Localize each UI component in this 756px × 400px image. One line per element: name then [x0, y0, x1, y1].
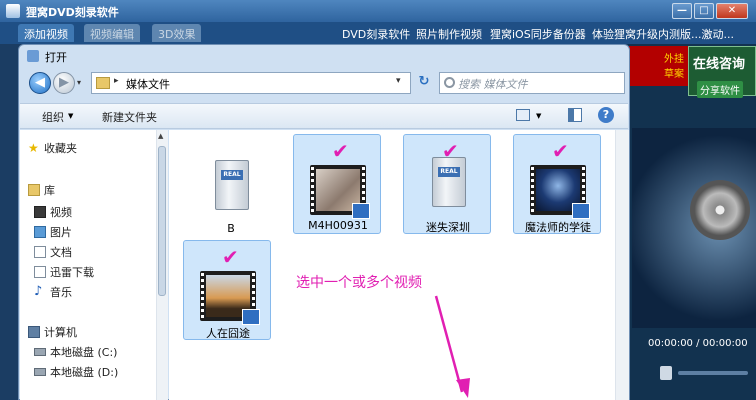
- dialog-title: 打开: [45, 51, 67, 64]
- view-dropdown-icon[interactable]: ▼: [536, 112, 541, 120]
- tab-add-video[interactable]: 添加视频: [18, 24, 74, 42]
- file-name: B: [227, 222, 235, 235]
- share-button[interactable]: 分享软件: [697, 81, 743, 98]
- address-bar[interactable]: ▸ 媒体文件 ▾: [91, 72, 411, 94]
- video-thumbnail: [200, 271, 260, 325]
- breadcrumb-media-files[interactable]: 媒体文件: [126, 76, 170, 92]
- sidebar-item-favorites[interactable]: 收藏夹: [44, 140, 77, 156]
- file-item-lost-in-shenzhen[interactable]: ✔ REAL 迷失深圳: [403, 134, 491, 234]
- new-folder-button[interactable]: 新建文件夹: [102, 109, 157, 125]
- consult-panel[interactable]: 在线咨询 分享软件: [688, 46, 756, 98]
- help-button[interactable]: ?: [598, 107, 614, 123]
- file-list: REAL B ✔ M4H00931 ✔ REAL 迷失深圳 ✔ 魔法师的学徒 ✔…: [169, 130, 629, 400]
- view-mode-icon[interactable]: [516, 109, 530, 121]
- address-dropdown[interactable]: ▾: [396, 76, 401, 86]
- sidebar-item-disk-d[interactable]: 本地磁盘 (D:): [50, 364, 118, 380]
- consult-title: 在线咨询: [693, 57, 746, 72]
- back-button[interactable]: ◀: [29, 72, 51, 94]
- dialog-toolbar: 组织 ▼ 新建文件夹 ▼ ?: [20, 103, 628, 129]
- sidebar-item-xunlei[interactable]: 迅雷下载: [50, 264, 94, 280]
- sidebar-item-computer[interactable]: 计算机: [44, 324, 77, 340]
- app-title: 狸窝DVD刻录软件: [26, 6, 119, 19]
- check-mark-icon: ✔: [552, 139, 569, 163]
- ad-banner[interactable]: 外挂 草案: [628, 46, 688, 86]
- video-thumbnail: [530, 165, 590, 219]
- annotation-text: 选中一个或多个视频: [296, 275, 422, 291]
- computer-icon: [28, 326, 40, 338]
- document-icon: [34, 246, 46, 258]
- organize-button[interactable]: 组织: [42, 109, 64, 125]
- link-beta[interactable]: 体验狸窝升级内测版...激动...: [592, 26, 734, 42]
- video-icon: [34, 206, 46, 218]
- search-icon: [444, 77, 455, 88]
- check-mark-icon: ✔: [222, 245, 239, 269]
- speaker-icon[interactable]: [660, 366, 672, 380]
- sidebar-item-music[interactable]: 音乐: [50, 284, 72, 300]
- time-display: 00:00:00 / 00:00:00: [648, 338, 748, 349]
- real-file-icon: REAL: [215, 160, 249, 210]
- nav-scroll-thumb[interactable]: [158, 146, 166, 296]
- organize-dropdown-icon[interactable]: ▼: [68, 112, 73, 120]
- app-logo-icon: [6, 4, 20, 18]
- folder-icon: [96, 77, 110, 89]
- video-thumbnail: [310, 165, 370, 219]
- file-item-m4h00931[interactable]: ✔ M4H00931: [293, 134, 381, 234]
- download-icon: [34, 266, 46, 278]
- link-dvd-burner[interactable]: DVD刻录软件: [342, 26, 410, 42]
- open-dialog: 打开 ◀ ▶ ▾ ▸ 媒体文件 ▾ ↻ 搜索 媒体文件 组织 ▼ 新建文件夹 ▼…: [18, 44, 630, 400]
- volume-control[interactable]: [660, 366, 756, 380]
- recent-pages-dropdown[interactable]: ▾: [77, 78, 81, 87]
- tab-video-edit[interactable]: 视频编辑: [84, 24, 140, 42]
- sidebar-item-disk-c[interactable]: 本地磁盘 (C:): [50, 344, 117, 360]
- film-reel-icon: [690, 180, 750, 240]
- real-file-icon: REAL: [432, 157, 466, 207]
- file-name: M4H00931: [308, 219, 368, 232]
- app-tab-bar: 添加视频 视频编辑 3D效果 DVD刻录软件 照片制作视频 狸窝iOS同步备份器…: [0, 22, 756, 44]
- link-photo-video[interactable]: 照片制作视频: [416, 26, 482, 42]
- disk-d-icon: [34, 368, 46, 376]
- forward-button[interactable]: ▶: [53, 72, 75, 94]
- file-item-sorcerers-apprentice[interactable]: ✔ 魔法师的学徒: [513, 134, 601, 234]
- link-ios-backup[interactable]: 狸窝iOS同步备份器: [490, 26, 586, 42]
- file-name: 人在囧途: [206, 327, 250, 340]
- close-button[interactable]: ✕: [716, 3, 748, 19]
- file-name: 迷失深圳: [426, 221, 470, 234]
- navigation-bar: ◀ ▶ ▾ ▸ 媒体文件 ▾ ↻ 搜索 媒体文件: [25, 69, 625, 99]
- disk-c-icon: [34, 348, 46, 356]
- file-item-lost-on-journey[interactable]: ✔ 人在囧途: [183, 240, 271, 340]
- dialog-icon: [27, 50, 39, 62]
- sidebar-item-videos[interactable]: 视频: [50, 204, 72, 220]
- search-placeholder: 搜索 媒体文件: [458, 78, 528, 91]
- minimize-button[interactable]: —: [672, 3, 692, 19]
- check-mark-icon: ✔: [332, 139, 349, 163]
- sidebar-item-library[interactable]: 库: [44, 182, 55, 198]
- ad-text-2: 草案: [664, 69, 684, 80]
- refresh-button[interactable]: ↻: [413, 72, 435, 94]
- tab-3d-effect[interactable]: 3D效果: [152, 24, 202, 42]
- music-icon: ♪: [34, 284, 43, 299]
- file-name: 魔法师的学徒: [525, 221, 591, 234]
- search-input[interactable]: 搜索 媒体文件: [439, 72, 625, 94]
- scroll-up-icon[interactable]: ▲: [158, 132, 163, 140]
- maximize-button[interactable]: □: [694, 3, 714, 19]
- app-title-bar: 狸窝DVD刻录软件 — □ ✕: [0, 0, 756, 22]
- star-icon: ★: [28, 141, 39, 155]
- sidebar-item-documents[interactable]: 文档: [50, 244, 72, 260]
- picture-icon: [34, 226, 46, 238]
- file-list-scrollbar[interactable]: [615, 130, 629, 400]
- file-item-b[interactable]: REAL B: [187, 138, 275, 238]
- sidebar-item-pictures[interactable]: 图片: [50, 224, 72, 240]
- library-icon: [28, 184, 40, 196]
- navigation-pane: ★ 收藏夹 库 视频 图片 文档 迅雷下载 ♪ 音乐 计算机 本地磁盘 (C:)…: [20, 130, 168, 400]
- preview-pane-icon[interactable]: [568, 108, 582, 122]
- breadcrumb-separator[interactable]: ▸: [114, 76, 119, 86]
- volume-slider[interactable]: [678, 371, 748, 375]
- ad-text-1: 外挂: [664, 54, 684, 65]
